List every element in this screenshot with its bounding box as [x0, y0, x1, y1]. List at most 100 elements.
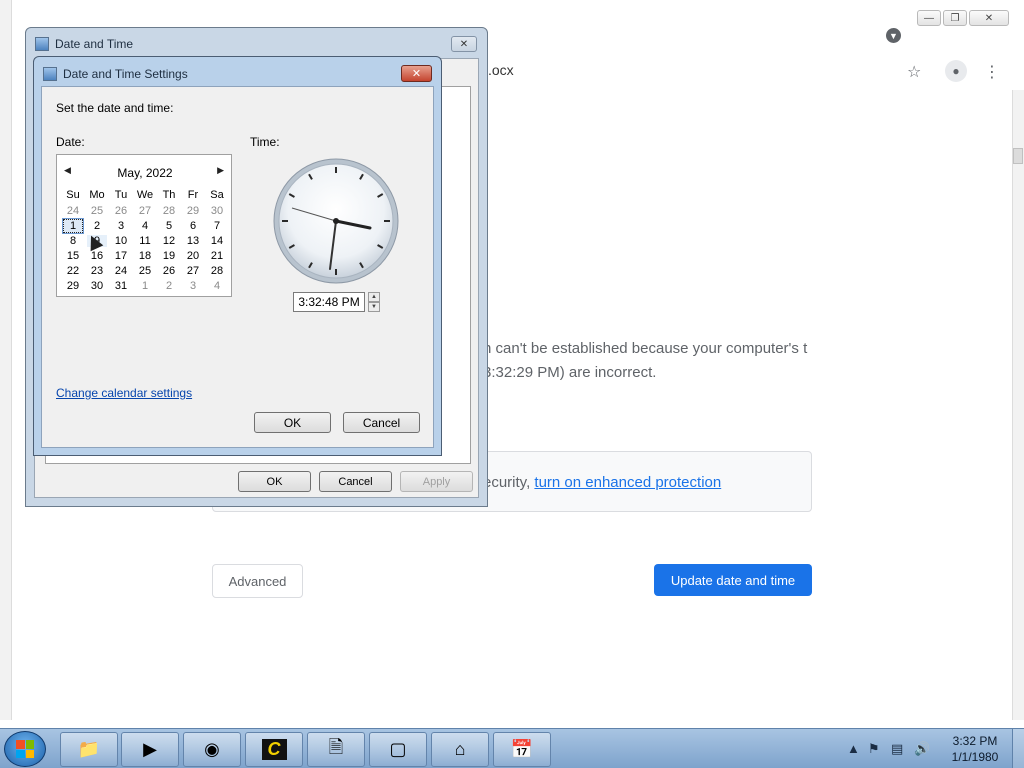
- start-button[interactable]: [4, 731, 46, 767]
- calendar-day[interactable]: 7: [214, 220, 220, 232]
- calendar-day-cell[interactable]: 28: [205, 263, 229, 278]
- action-center-flag-icon[interactable]: ⚑: [868, 741, 880, 757]
- calendar-day[interactable]: 29: [187, 205, 199, 217]
- calendar-day[interactable]: 28: [211, 265, 223, 277]
- scrollbar-thumb[interactable]: [1013, 148, 1023, 164]
- window-icon[interactable]: ▢: [369, 732, 427, 767]
- calendar-day[interactable]: 25: [139, 265, 151, 277]
- calendar-day[interactable]: 6: [190, 220, 196, 232]
- calendar-day[interactable]: 27: [187, 265, 199, 277]
- dialog-cancel-button[interactable]: Cancel: [343, 412, 420, 433]
- calendar-day[interactable]: 26: [115, 205, 127, 217]
- calendar-day-cell[interactable]: 3: [181, 278, 205, 293]
- update-date-time-button[interactable]: Update date and time: [654, 564, 812, 596]
- calendar-day[interactable]: 27: [139, 205, 151, 217]
- outer-cancel-button[interactable]: Cancel: [319, 471, 392, 492]
- calendar-day[interactable]: 13: [187, 235, 199, 247]
- calendar-day[interactable]: 14: [211, 235, 223, 247]
- calendar-day-cell[interactable]: 20: [181, 248, 205, 263]
- calendar-day-cell[interactable]: 24: [61, 203, 85, 218]
- calendar-day[interactable]: 24: [67, 205, 79, 217]
- calendar-day-cell[interactable]: 16: [85, 248, 109, 263]
- calendar-day-cell[interactable]: 28: [157, 203, 181, 218]
- calendar-day-cell[interactable]: 4: [205, 278, 229, 293]
- calendar-day[interactable]: 4: [142, 220, 148, 232]
- calendar-day-cell[interactable]: 12: [157, 233, 181, 248]
- close-button[interactable]: ✕: [969, 10, 1009, 26]
- calendar-day[interactable]: 3: [118, 220, 124, 232]
- time-up-icon[interactable]: ▲: [368, 292, 380, 302]
- calendar-day-cell[interactable]: 21: [205, 248, 229, 263]
- next-month-icon[interactable]: ▶: [217, 165, 224, 176]
- calendar-day-cell[interactable]: 11: [133, 233, 157, 248]
- advanced-button[interactable]: Advanced: [212, 564, 303, 598]
- bookmark-star-icon[interactable]: ☆: [907, 62, 921, 82]
- restore-button[interactable]: ❐: [943, 10, 967, 26]
- calendar-day-cell[interactable]: 29: [181, 203, 205, 218]
- calendar-day[interactable]: 16: [91, 250, 103, 262]
- calendar-day-cell[interactable]: 18: [133, 248, 157, 263]
- calendar-day[interactable]: 12: [163, 235, 175, 247]
- c-app-icon[interactable]: C: [245, 732, 303, 767]
- calendar-day[interactable]: 22: [67, 265, 79, 277]
- calendar-day-cell[interactable]: 1: [133, 278, 157, 293]
- calendar-day[interactable]: 24: [115, 265, 127, 277]
- date-time-icon[interactable]: 📅: [493, 732, 551, 767]
- calendar-day-cell[interactable]: 14: [205, 233, 229, 248]
- calendar-day-cell[interactable]: 15: [61, 248, 85, 263]
- calendar-day[interactable]: 17: [115, 250, 127, 262]
- calendar-month[interactable]: May, 2022: [57, 166, 233, 180]
- time-down-icon[interactable]: ▼: [368, 302, 380, 312]
- calendar-day[interactable]: 11: [139, 235, 150, 247]
- calendar-day-cell[interactable]: 26: [109, 203, 133, 218]
- calendar-day-cell[interactable]: 8: [61, 233, 85, 248]
- minimize-button[interactable]: —: [917, 10, 941, 26]
- clock-date[interactable]: 1/1/1980: [940, 750, 1010, 764]
- calendar-day-cell[interactable]: 26: [157, 263, 181, 278]
- calendar-day-cell[interactable]: 2: [157, 278, 181, 293]
- notepad-icon[interactable]: 🗎: [307, 732, 365, 767]
- tab-search-icon[interactable]: ▼: [886, 28, 901, 43]
- dialog-close-button[interactable]: ✕: [401, 65, 432, 82]
- calendar-day[interactable]: 4: [214, 280, 220, 292]
- calendar-day[interactable]: 15: [67, 250, 79, 262]
- address-bar[interactable]: .ocx: [480, 58, 940, 86]
- show-hidden-icons-icon[interactable]: ▲: [847, 741, 860, 756]
- calendar-day[interactable]: 28: [163, 205, 175, 217]
- show-desktop-button[interactable]: [1012, 729, 1024, 768]
- calendar-day-cell[interactable]: 7: [205, 218, 229, 233]
- menu-icon[interactable]: ⋮: [984, 62, 1000, 82]
- calendar-day[interactable]: 10: [115, 235, 127, 247]
- calendar-day[interactable]: 29: [67, 280, 79, 292]
- calendar-day[interactable]: 30: [211, 205, 223, 217]
- calendar-day-cell[interactable]: 6: [181, 218, 205, 233]
- calendar-day-cell[interactable]: 4: [133, 218, 157, 233]
- calendar-day-cell[interactable]: 3: [109, 218, 133, 233]
- outer-apply-button[interactable]: Apply: [400, 471, 473, 492]
- calendar-day-cell[interactable]: 10: [109, 233, 133, 248]
- calendar-day-cell[interactable]: 29: [61, 278, 85, 293]
- homegroup-icon[interactable]: ⌂: [431, 732, 489, 767]
- calendar-day[interactable]: 21: [211, 250, 223, 262]
- calendar-day[interactable]: 2: [94, 220, 100, 232]
- calendar-day[interactable]: 25: [91, 205, 103, 217]
- calendar-day-cell[interactable]: 24: [109, 263, 133, 278]
- calendar-day-cell[interactable]: 27: [133, 203, 157, 218]
- clock-time[interactable]: 3:32 PM: [940, 734, 1010, 748]
- calendar-day-cell[interactable]: 25: [133, 263, 157, 278]
- volume-icon[interactable]: 🔊: [914, 741, 930, 757]
- outer-close-button[interactable]: ✕: [451, 36, 477, 52]
- calendar-day[interactable]: 31: [115, 280, 127, 292]
- calendar-day[interactable]: 2: [166, 280, 172, 292]
- time-input[interactable]: 3:32:48 PM: [293, 292, 365, 312]
- dialog-ok-button[interactable]: OK: [254, 412, 331, 433]
- network-icon[interactable]: ▤: [891, 741, 903, 757]
- calendar-day[interactable]: 3: [190, 280, 196, 292]
- calendar-day-cell[interactable]: 2: [85, 218, 109, 233]
- calendar-day[interactable]: 18: [139, 250, 151, 262]
- calendar-day[interactable]: 20: [187, 250, 199, 262]
- calendar-day-cell[interactable]: 17: [109, 248, 133, 263]
- outer-title-bar[interactable]: Date and Time ✕: [26, 28, 487, 58]
- calendar-day-cell[interactable]: 23: [85, 263, 109, 278]
- enhanced-protection-link[interactable]: turn on enhanced protection: [534, 474, 721, 491]
